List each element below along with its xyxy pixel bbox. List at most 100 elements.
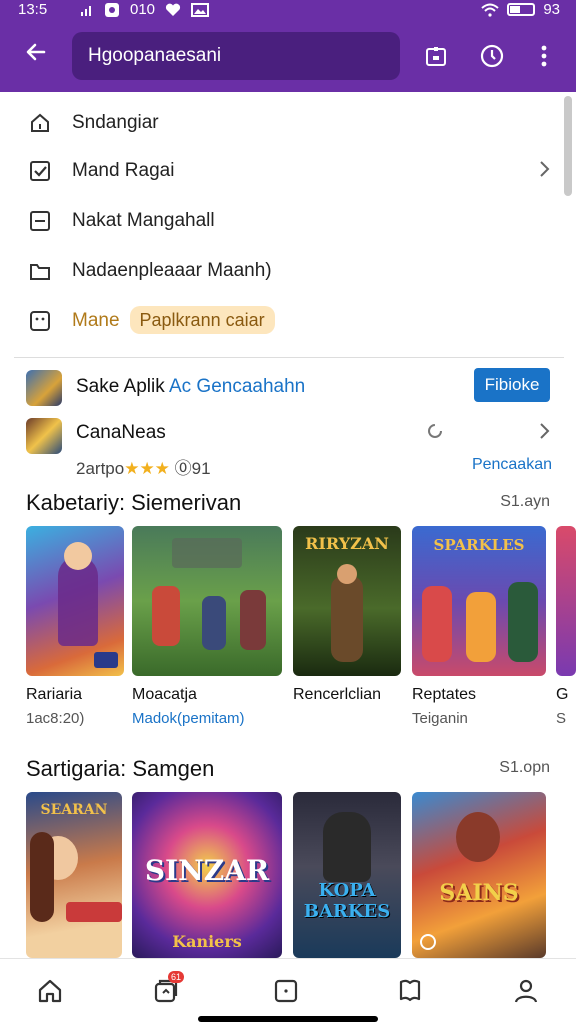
menu-item-label: Nadaenpleaaar Maanh): [72, 260, 272, 281]
clock-icon: [480, 44, 504, 68]
game-card[interactable]: SPARKLES Reptates Teiganin: [412, 526, 546, 727]
game-title: G: [556, 686, 569, 703]
bottom-navigation: 61: [0, 958, 576, 1024]
game-art: SPARKLES: [412, 526, 546, 676]
game-art-title: SPARKLES: [433, 536, 525, 554]
tab-icon: [426, 47, 446, 66]
section-title: Sartigaria: Samgen: [26, 756, 215, 781]
game-art-title: KOPA BARKES: [303, 880, 391, 922]
notification-text: 010: [130, 1, 156, 18]
game-art: SEARAN: [26, 792, 122, 958]
game-title: Moacatja: [132, 686, 197, 703]
menu-item-checkbox[interactable]: Mand Ragai: [14, 146, 564, 196]
nav-home-button[interactable]: [30, 971, 70, 1011]
game-card[interactable]: KOPA BARKES: [293, 792, 401, 958]
home-icon: [28, 111, 52, 135]
game-art: [556, 526, 576, 676]
chevron-right-icon[interactable]: [538, 420, 550, 446]
game-card[interactable]: G S: [556, 526, 576, 727]
history-button[interactable]: [476, 40, 508, 72]
book-icon: [399, 979, 421, 1002]
menu-item-label: Nakat Mangahall: [72, 210, 215, 231]
menu-item-face[interactable]: Mane Paplkrann caiar: [14, 296, 564, 346]
game-art: RIRYZAN: [293, 526, 401, 676]
dropdown-menu: Sndangiar Mand Ragai Nakat Mangahall Nad…: [14, 92, 564, 358]
game-card[interactable]: Rariaria 1ac8:20): [26, 526, 124, 727]
game-art: SAINS: [412, 792, 546, 958]
app-name: Sake Aplik Ac Gencaahahn: [76, 376, 306, 397]
nav-profile-button[interactable]: [506, 971, 546, 1011]
arrow-left-icon: [26, 43, 46, 61]
install-button[interactable]: Fibioke: [474, 368, 550, 402]
battery-icon: [507, 3, 536, 16]
person-icon: [514, 979, 538, 1003]
nav-games-button[interactable]: 61: [146, 971, 186, 1011]
section-title: Kabetariy: Siemerivan: [26, 490, 242, 515]
search-text: Hgoopanaesani: [88, 45, 222, 66]
game-title: Reptates: [412, 686, 477, 703]
back-button[interactable]: [16, 38, 56, 74]
minus-box-icon: [28, 209, 52, 233]
menu-item-label: Mane Paplkrann caiar: [72, 306, 275, 334]
home-indicator[interactable]: [198, 1016, 378, 1022]
notification-icons: 010: [80, 1, 210, 18]
app-notification-icon: [105, 2, 119, 17]
app-icon: [26, 418, 62, 454]
game-card[interactable]: SAINS: [412, 792, 546, 958]
face-icon: [28, 309, 52, 333]
home-icon: [38, 979, 62, 1003]
game-art-title: SAINS: [439, 880, 519, 906]
game-art-title: RIRYZAN: [305, 534, 389, 553]
scrollbar[interactable]: [564, 96, 572, 196]
menu-item-text: Mane: [72, 310, 120, 331]
app-row[interactable]: Sake Aplik Ac Gencaahahn Fibioke: [14, 364, 564, 414]
chevron-right-icon: [538, 158, 550, 184]
check-circle-icon: [420, 934, 436, 950]
nav-books-button[interactable]: [390, 971, 430, 1011]
battery-level: 93: [543, 1, 560, 18]
game-art: [26, 526, 124, 676]
apps-icon: [274, 979, 298, 1003]
game-art-title: SINZAR: [144, 854, 270, 887]
game-card[interactable]: Moacatja Madok(pemitam): [132, 526, 282, 727]
more-options-button[interactable]: [528, 40, 560, 72]
menu-item-label: Sndangiar: [72, 112, 159, 133]
app-rating: 2artpo★★★ ⓪91: [76, 459, 211, 478]
game-card[interactable]: RIRYZAN Rencerlclian: [293, 526, 401, 710]
app-screen: 13:5 010 93 Hgoopanaesani Sndangiar Mand…: [0, 0, 576, 1024]
heart-icon: [165, 3, 181, 16]
game-art: [132, 526, 282, 676]
app-row[interactable]: CanaNeas 2artpo★★★ ⓪91 Pencaakan: [14, 412, 564, 478]
section-more-link[interactable]: S1.opn: [499, 759, 550, 777]
status-time: 13:5: [18, 1, 48, 18]
tab-button[interactable]: [420, 40, 452, 72]
signal-icon: [81, 5, 91, 16]
app-icon: [26, 370, 62, 406]
game-card[interactable]: SEARAN: [26, 792, 122, 958]
menu-item-folder[interactable]: Nadaenpleaaar Maanh): [14, 246, 564, 296]
game-art: KOPA BARKES: [293, 792, 401, 958]
game-art: SINZAR Kaniers: [132, 792, 282, 958]
game-card[interactable]: SINZAR Kaniers: [132, 792, 282, 958]
nav-apps-button[interactable]: [266, 971, 306, 1011]
menu-item-minus[interactable]: Nakat Mangahall: [14, 196, 564, 246]
app-bar: Hgoopanaesani: [0, 30, 576, 82]
section-more-link[interactable]: S1.ayn: [500, 493, 550, 511]
search-input[interactable]: Hgoopanaesani: [72, 32, 400, 80]
game-subtitle: Teiganin: [412, 710, 468, 727]
app-sub-link[interactable]: Pencaakan: [472, 456, 552, 474]
menu-item-home[interactable]: Sndangiar: [14, 98, 564, 148]
game-subtitle: 1ac8:20): [26, 710, 85, 727]
app-name: CanaNeas: [76, 422, 166, 443]
star-rating-icon: ★★★: [124, 459, 170, 478]
more-vertical-icon: [541, 45, 547, 67]
menu-item-label: Mand Ragai: [72, 160, 175, 181]
checkbox-icon: [28, 159, 52, 183]
status-right: 93: [481, 1, 560, 18]
game-art-subtitle: Kaniers: [172, 932, 242, 951]
menu-item-badge: Paplkrann caiar: [129, 306, 275, 334]
game-subtitle[interactable]: Madok(pemitam): [132, 710, 282, 727]
sync-icon: [426, 422, 444, 445]
top-bar: 13:5 010 93 Hgoopanaesani: [0, 0, 576, 92]
notification-badge: 61: [167, 971, 184, 983]
